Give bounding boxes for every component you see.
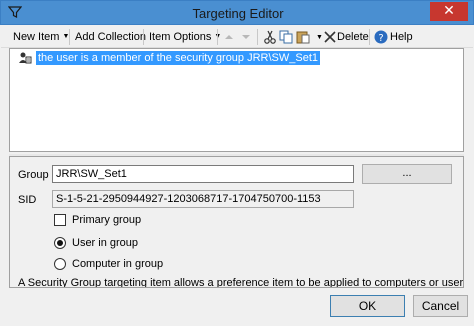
toolbar-separator	[217, 29, 218, 45]
browse-button[interactable]: ...	[362, 164, 452, 184]
toolbar: New Item▼ Add Collection Item Options▼ ▼…	[1, 26, 473, 48]
item-options-label: Item Options	[149, 31, 212, 43]
move-up-icon[interactable]	[221, 29, 237, 45]
help-button[interactable]: Help	[390, 28, 413, 46]
svg-text:?: ?	[378, 33, 383, 44]
paste-icon[interactable]	[295, 29, 311, 45]
cut-icon[interactable]	[262, 29, 278, 45]
user-in-group-label: User in group	[72, 237, 139, 249]
properties-panel: Group JRR\SW_Set1 ... SID S-1-5-21-29509…	[9, 156, 464, 288]
toolbar-separator	[143, 29, 144, 45]
group-label: Group	[18, 169, 49, 181]
title-bar: Targeting Editor ✕	[0, 0, 474, 25]
move-down-icon[interactable]	[238, 29, 254, 45]
computer-in-group-radio[interactable]	[54, 258, 66, 270]
close-button[interactable]: ✕	[430, 2, 468, 21]
group-field[interactable]: JRR\SW_Set1	[52, 165, 354, 183]
list-item-label: the user is a member of the security gro…	[36, 51, 321, 65]
user-in-group-radio[interactable]	[54, 237, 66, 249]
toolbar-separator	[369, 29, 370, 45]
sid-field: S-1-5-21-2950944927-1203068717-170475070…	[52, 190, 354, 208]
primary-group-label: Primary group	[72, 214, 142, 226]
delete-button[interactable]: Delete	[337, 28, 369, 46]
computer-in-group-label: Computer in group	[72, 258, 164, 270]
targeting-item-list[interactable]: the user is a member of the security gro…	[9, 48, 464, 152]
ok-button[interactable]: OK	[330, 295, 405, 317]
add-collection-button[interactable]: Add Collection	[75, 28, 146, 46]
cancel-button[interactable]: Cancel	[413, 295, 468, 317]
sid-label: SID	[18, 194, 37, 206]
delete-icon	[324, 31, 336, 43]
item-options-button[interactable]: Item Options▼	[149, 28, 221, 46]
window-title: Targeting Editor	[192, 6, 284, 21]
new-item-button[interactable]: New Item ▼	[13, 28, 69, 46]
help-icon: ?	[374, 30, 388, 44]
new-item-label: New Item	[13, 31, 60, 43]
description-text: A Security Group targeting item allows a…	[18, 277, 464, 288]
primary-group-checkbox[interactable]	[54, 214, 66, 226]
security-group-icon	[19, 52, 32, 64]
copy-icon[interactable]	[278, 29, 294, 45]
toolbar-separator	[69, 29, 70, 45]
toolbar-separator	[257, 29, 258, 45]
